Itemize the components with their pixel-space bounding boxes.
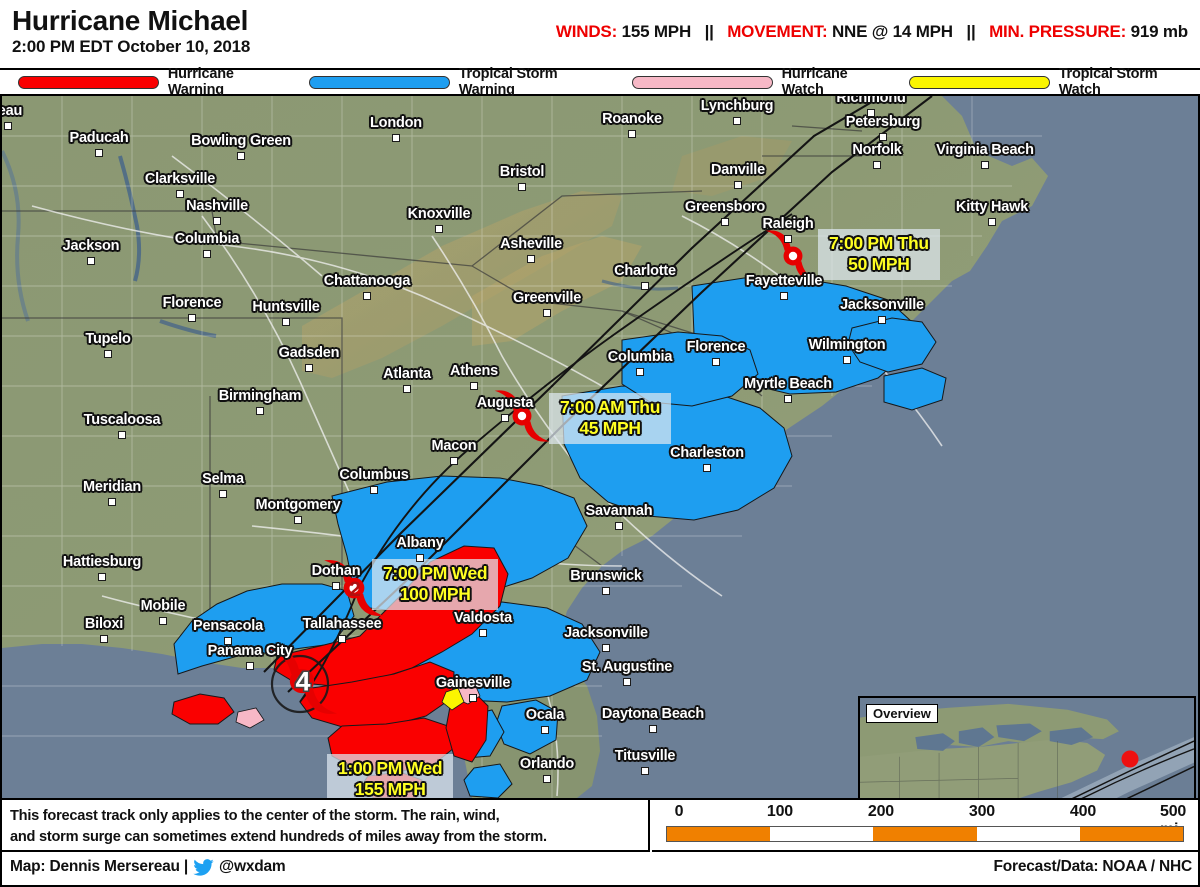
credit-author: Map: Dennis Mersereau | @wxdam: [10, 858, 286, 876]
scale-tick-labels: 0 100 200 300 400 500 mi: [666, 803, 1187, 838]
tropical-storm-warning-swatch-icon: [308, 75, 450, 89]
movement-value: NNE @ 14 MPH: [831, 22, 953, 41]
forecast-callout-2: 7:00 PM Wed 100 MPH: [372, 559, 499, 611]
hurricane-warning-swatch-icon: [18, 75, 159, 89]
advisory-timestamp: 2:00 PM EDT October 10, 2018: [12, 37, 251, 57]
disclaimer-line-1: This forecast track only applies to the …: [10, 808, 500, 824]
callout-wind: 100 MPH: [399, 583, 471, 604]
scale-segment: [873, 827, 977, 841]
disclaimer-line-2: and storm surge can sometimes extend hun…: [10, 829, 547, 846]
credits-bar: Map: Dennis Mersereau | @wxdam Forecast/…: [2, 852, 1200, 885]
legend-item-hurricane-watch: Hurricane Watch: [614, 66, 891, 98]
forecast-callout-3: 7:00 AM Thu 45 MPH: [549, 393, 672, 445]
overview-track-point: [1121, 750, 1139, 768]
legend-label: Tropical Storm Watch: [1058, 66, 1158, 98]
callout-wind: 50 MPH: [848, 253, 910, 274]
hurricane-forecast-map-page: Hurricane Michael 2:00 PM EDT October 10…: [0, 0, 1200, 887]
callout-wind: 45 MPH: [579, 417, 641, 438]
winds-value: 155 MPH: [621, 22, 692, 41]
legend-item-tropical-storm-watch: Tropical Storm Watch: [891, 66, 1200, 98]
scale-tick: 200: [867, 803, 895, 820]
callout-wind: 155 MPH: [354, 778, 426, 798]
overview-label: Overview: [866, 704, 938, 723]
pressure-value: 919 mb: [1130, 22, 1189, 41]
legend-bar: Hurricane Warning Tropical Storm Warning…: [0, 66, 1200, 98]
credit-source: Forecast/Data: NOAA / NHC: [993, 858, 1192, 875]
callout-time: 7:00 PM Thu: [829, 233, 929, 253]
twitter-icon[interactable]: [193, 858, 214, 876]
stat-separator-1: ||: [704, 22, 714, 41]
legend-label: Tropical Storm Warning: [458, 66, 558, 98]
scale-tick: 400: [1069, 803, 1097, 820]
storm-stats: WINDS: 155 MPH || MOVEMENT: NNE @ 14 MPH…: [556, 22, 1188, 42]
stat-separator-2: ||: [966, 22, 976, 41]
title-block: Hurricane Michael 2:00 PM EDT October 10…: [12, 6, 250, 57]
callout-time: 7:00 AM Thu: [560, 397, 661, 417]
map-basemap: [2, 96, 1198, 798]
scale-segment: [770, 827, 874, 841]
callout-time: 7:00 PM Wed: [383, 563, 488, 583]
forecast-point-category-2: 2: [349, 578, 361, 601]
winds-label: WINDS:: [555, 22, 618, 41]
hurricane-watch-swatch-icon: [631, 75, 773, 89]
credit-handle[interactable]: @wxdam: [219, 858, 286, 876]
forecast-callout-4: 7:00 PM Thu 50 MPH: [818, 229, 940, 281]
tropical-storm-watch-swatch-icon: [908, 75, 1050, 89]
scale-bar-graphic: [666, 826, 1184, 842]
header: Hurricane Michael 2:00 PM EDT October 10…: [0, 0, 1200, 68]
legend-item-hurricane-warning: Hurricane Warning: [0, 66, 291, 98]
footer: This forecast track only applies to the …: [0, 798, 1200, 887]
overview-inset-map[interactable]: Overview: [858, 696, 1196, 798]
scale-tick: 300: [968, 803, 996, 820]
forecast-map[interactable]: 4 2 1:00 PM Wed 155 MPH 7:00 PM Wed 100 …: [0, 96, 1200, 798]
legend-item-tropical-storm-warning: Tropical Storm Warning: [291, 66, 614, 98]
movement-label: MOVEMENT:: [727, 22, 828, 41]
forecast-point-category-1: 4: [295, 666, 311, 697]
scale-segment: [1079, 827, 1184, 841]
forecast-callout-1: 1:00 PM Wed 155 MPH: [327, 754, 454, 798]
scale-segment: [667, 827, 771, 841]
scale-segment: [976, 827, 1080, 841]
pressure-label: MIN. PRESSURE:: [989, 22, 1127, 41]
page-title: Hurricane Michael: [12, 5, 249, 36]
scale-bar-block: 0 100 200 300 400 500 mi: [652, 800, 1198, 852]
scale-tick: 100: [766, 803, 794, 820]
scale-tick: 0: [674, 803, 684, 820]
callout-time: 1:00 PM Wed: [338, 758, 443, 778]
disclaimer-block: This forecast track only applies to the …: [2, 800, 650, 852]
legend-label: Hurricane Watch: [781, 66, 848, 98]
legend-label: Hurricane Warning: [167, 66, 234, 98]
credit-author-text: Map: Dennis Mersereau |: [10, 858, 189, 875]
